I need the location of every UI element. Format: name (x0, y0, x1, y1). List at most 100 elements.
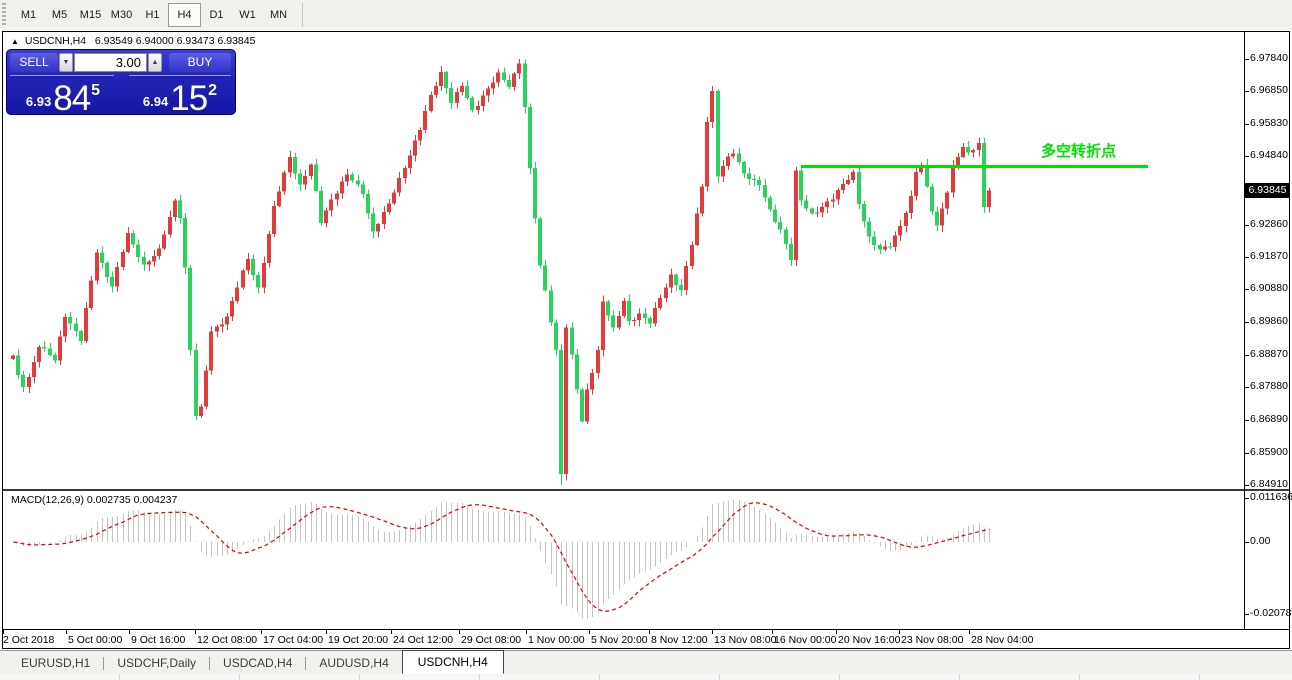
time-axis-tick (589, 630, 590, 634)
buy-price-sup: 2 (208, 82, 217, 100)
macd-axis-label: 0.00 (1250, 535, 1270, 547)
candle-body (68, 317, 72, 324)
candle-body (449, 88, 453, 103)
candle-body (21, 375, 25, 387)
volume-decrement-button[interactable]: ▼ (59, 53, 73, 72)
sell-quote[interactable]: 6.93 84 5 (7, 77, 119, 114)
candle-body (126, 233, 130, 252)
time-axis-tick (326, 630, 327, 634)
collapse-triangle-icon[interactable]: ▲ (11, 37, 19, 46)
axis-tick (1244, 124, 1249, 125)
chart-tab-usdcad[interactable]: USDCAD,H4 (210, 652, 305, 674)
axis-tick (1244, 59, 1249, 60)
chart-window: 多空转折点 ▲ USDCNH,H4 6.93549 6.94000 6.9347… (2, 31, 1290, 649)
candle-body (48, 348, 52, 355)
timeframe-button-m30[interactable]: M30 (106, 4, 137, 26)
axis-tick (1244, 225, 1249, 226)
sell-button[interactable]: SELL (10, 53, 58, 72)
candle-body (444, 72, 448, 88)
candle-body (188, 268, 192, 350)
candle-body (971, 150, 975, 152)
candle-body (465, 86, 469, 98)
timeframe-button-m1[interactable]: M1 (13, 4, 44, 26)
volume-increment-button[interactable]: ▲ (148, 53, 162, 72)
chart-tab-eurusd[interactable]: EURUSD,H1 (8, 652, 103, 674)
candle-body (982, 143, 986, 207)
candle-body (178, 200, 182, 218)
candle-body (726, 157, 730, 167)
candle-body (658, 298, 662, 308)
candle-body (757, 180, 761, 185)
timeframe-button-h1[interactable]: H1 (137, 4, 168, 26)
price-axis-label: 6.97840 (1250, 52, 1288, 64)
candle-body (721, 166, 725, 176)
candle-body (872, 237, 876, 245)
candle-body (183, 218, 187, 268)
time-axis-label: 1 Nov 00:00 (528, 634, 585, 646)
macd-indicator-label: MACD(12,26,9) 0.002735 0.004237 (11, 494, 177, 506)
candle-body (883, 247, 887, 250)
timeframe-button-mn[interactable]: MN (263, 4, 294, 26)
chart-title: ▲ USDCNH,H4 6.93549 6.94000 6.93473 6.93… (11, 35, 255, 47)
price-axis-label: 6.94840 (1250, 149, 1288, 161)
volume-input[interactable] (74, 53, 147, 72)
timeframe-button-m15[interactable]: M15 (75, 4, 106, 26)
candle-body (387, 204, 391, 212)
candle-body (95, 253, 99, 281)
time-axis-label: 19 Oct 20:00 (328, 634, 388, 646)
candle-body (930, 186, 934, 211)
candle-body (679, 285, 683, 290)
candle-body (705, 122, 709, 187)
candle-body (778, 222, 782, 229)
candle-body (737, 153, 741, 162)
macd-axis-label: 6.87880 (1250, 380, 1288, 392)
time-axis-label: 17 Oct 04:00 (263, 634, 323, 646)
timeframe-button-m5[interactable]: M5 (44, 4, 75, 26)
time-axis-tick (526, 630, 527, 634)
candle-body (345, 175, 349, 182)
time-axis-label: 20 Nov 16:00 (838, 634, 900, 646)
timeframe-toolbar: M1M5M15M30H1H4D1W1MN (0, 0, 1292, 30)
candle-body (63, 317, 67, 337)
chart-tab-audusd[interactable]: AUDUSD,H4 (306, 652, 401, 674)
timeframe-button-h4[interactable]: H4 (168, 3, 201, 27)
candle-body (517, 64, 521, 74)
chart-tabs: EURUSD,H1USDCHF,DailyUSDCAD,H4AUDUSD,H4U… (8, 652, 504, 674)
chart-tab-usdchf[interactable]: USDCHF,Daily (104, 652, 209, 674)
candle-body (794, 170, 798, 260)
timeframe-button-d1[interactable]: D1 (201, 4, 232, 26)
time-axis-label: 12 Oct 08:00 (197, 634, 257, 646)
time-axis-tick (129, 630, 130, 634)
candle-body (79, 331, 83, 341)
candle-body (523, 64, 527, 107)
candle-body (789, 244, 793, 260)
candle-body (11, 355, 15, 358)
candle-body (376, 224, 380, 231)
candle-body (507, 80, 511, 87)
candle-body (784, 229, 788, 244)
candle-body (173, 200, 177, 216)
candle-body (632, 320, 636, 321)
candle-body (251, 259, 255, 275)
macd-indicator-chart[interactable] (4, 491, 1246, 629)
time-axis-tick (459, 630, 460, 634)
candle-body (157, 249, 161, 256)
candle-body (773, 210, 777, 222)
candle-body (898, 226, 902, 235)
candle-body (74, 324, 78, 331)
time-axis-label: 8 Nov 12:00 (651, 634, 708, 646)
timeframe-button-w1[interactable]: W1 (232, 4, 263, 26)
candle-body (664, 287, 668, 298)
candle-body (810, 208, 814, 213)
buy-button[interactable]: BUY (169, 53, 231, 72)
chart-tab-usdcnh[interactable]: USDCNH,H4 (402, 650, 504, 674)
candle-body (528, 107, 532, 168)
tab-scroll-strip[interactable] (0, 674, 1292, 680)
support-line[interactable] (801, 165, 1148, 168)
candle-body (371, 213, 375, 231)
buy-quote[interactable]: 6.94 15 2 (125, 77, 235, 114)
candle-body (841, 184, 845, 190)
macd-axis-label: 0.011636 (1250, 491, 1292, 503)
toolbar-gripper-icon[interactable] (2, 3, 6, 27)
candle-body (455, 92, 459, 103)
